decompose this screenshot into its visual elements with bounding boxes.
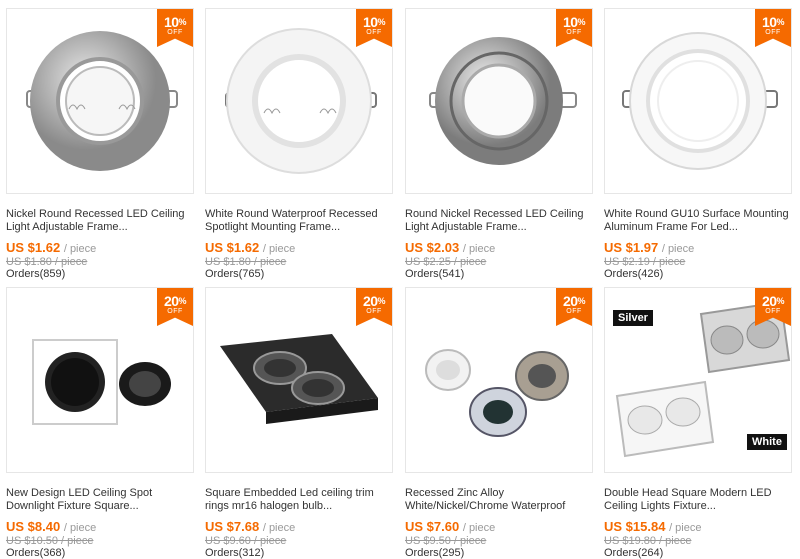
product-image[interactable]: 20% OFF <box>405 287 593 473</box>
product-title[interactable]: White Round GU10 Surface Mounting Alumin… <box>604 208 792 234</box>
product-price: US $2.03 / piece <box>405 240 496 255</box>
product-price: US $1.62 / piece <box>6 240 97 255</box>
original-price: US $1.80 / piece <box>6 256 88 268</box>
original-price: US $2.19 / piece <box>604 256 686 268</box>
product-title[interactable]: Square Embedded Led ceiling trim rings m… <box>205 487 393 513</box>
original-price: US $9.60 / piece <box>205 535 287 547</box>
product-image[interactable]: 10% OFF <box>405 8 593 194</box>
product-card[interactable]: 20% OFF Recessed Zinc Alloy White/Nickel… <box>405 287 593 559</box>
product-title[interactable]: Round Nickel Recessed LED Ceiling Light … <box>405 208 593 234</box>
product-card[interactable]: 10% OFF White Round Waterproof Recessed … <box>205 8 393 280</box>
product-card[interactable]: 20% OFF Square Embedded Led ceiling trim… <box>205 287 393 559</box>
silver-variant-tag: Silver <box>613 310 653 326</box>
order-count: Orders(765) <box>205 268 265 280</box>
order-count: Orders(368) <box>6 547 66 559</box>
order-count: Orders(295) <box>405 547 465 559</box>
original-price: US $10.50 / piece <box>6 535 94 547</box>
product-title[interactable]: New Design LED Ceiling Spot Downlight Fi… <box>6 487 194 513</box>
product-price: US $7.68 / piece <box>205 519 296 534</box>
product-image[interactable]: 20% OFF <box>6 287 194 473</box>
product-image[interactable]: 10% OFF <box>604 8 792 194</box>
product-card[interactable]: 20% OFF New Design LED Ceiling Spot Down… <box>6 287 194 559</box>
product-title[interactable]: Double Head Square Modern LED Ceiling Li… <box>604 487 792 513</box>
original-price: US $2.25 / piece <box>405 256 487 268</box>
product-title[interactable]: Recessed Zinc Alloy White/Nickel/Chrome … <box>405 487 593 513</box>
product-image[interactable]: 10% OFF <box>205 8 393 194</box>
original-price: US $9.50 / piece <box>405 535 487 547</box>
product-price: US $1.97 / piece <box>604 240 695 255</box>
order-count: Orders(426) <box>604 268 664 280</box>
product-price: US $7.60 / piece <box>405 519 496 534</box>
order-count: Orders(264) <box>604 547 664 559</box>
product-title[interactable]: White Round Waterproof Recessed Spotligh… <box>205 208 393 234</box>
order-count: Orders(541) <box>405 268 465 280</box>
original-price: US $1.80 / piece <box>205 256 287 268</box>
white-variant-tag: White <box>747 434 787 450</box>
product-image[interactable]: 20% OFF <box>205 287 393 473</box>
product-card[interactable]: 10% OFF Round Nickel Recessed LED Ceilin… <box>405 8 593 280</box>
product-card[interactable]: 10% OFF Nickel Round Recessed LED Ceilin… <box>6 8 194 280</box>
product-grid: 10% OFF Nickel Round Recessed LED Ceilin… <box>0 0 800 559</box>
product-image[interactable]: 10% OFF <box>6 8 194 194</box>
order-count: Orders(312) <box>205 547 265 559</box>
product-price: US $1.62 / piece <box>205 240 296 255</box>
order-count: Orders(859) <box>6 268 66 280</box>
product-card[interactable]: 10% OFF White Round GU10 Surface Mountin… <box>604 8 792 280</box>
product-card[interactable]: Silver White 20% OFF Double Head Square … <box>604 287 792 559</box>
product-title[interactable]: Nickel Round Recessed LED Ceiling Light … <box>6 208 194 234</box>
product-image[interactable]: Silver White 20% OFF <box>604 287 792 473</box>
product-price: US $15.84 / piece <box>604 519 702 534</box>
original-price: US $19.80 / piece <box>604 535 692 547</box>
product-price: US $8.40 / piece <box>6 519 97 534</box>
